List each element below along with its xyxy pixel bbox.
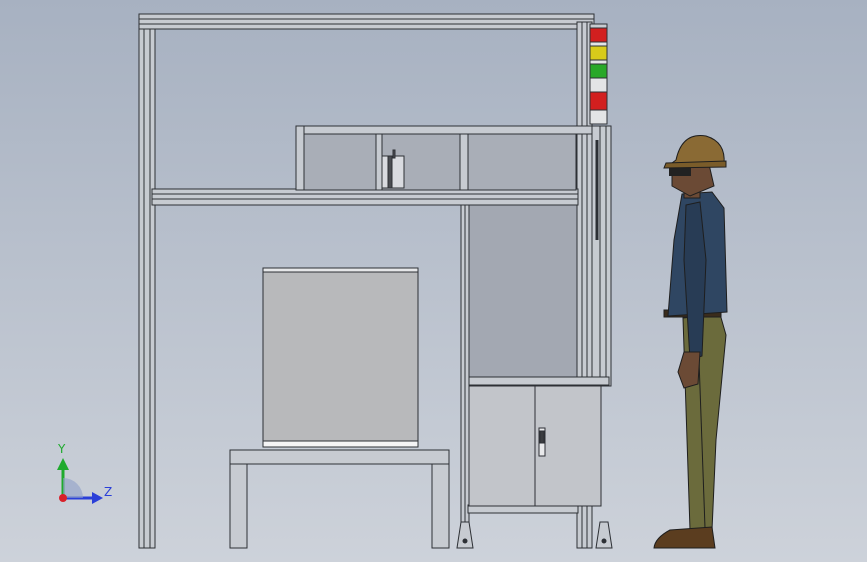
sensor-device: [381, 149, 405, 189]
cabinet-door-handle[interactable]: [539, 428, 545, 456]
triad-y-label: Y: [58, 442, 66, 456]
assembly-model: [57, 13, 728, 549]
triad-z-label: Z: [104, 485, 113, 499]
coordinate-triad: [57, 458, 103, 504]
cardboard-box: [262, 267, 419, 448]
work-table: [229, 449, 450, 549]
human-mannequin: [653, 135, 728, 549]
stack-light: [589, 23, 608, 125]
cabinet: [468, 385, 602, 507]
cad-viewport[interactable]: Y Z: [0, 0, 867, 562]
